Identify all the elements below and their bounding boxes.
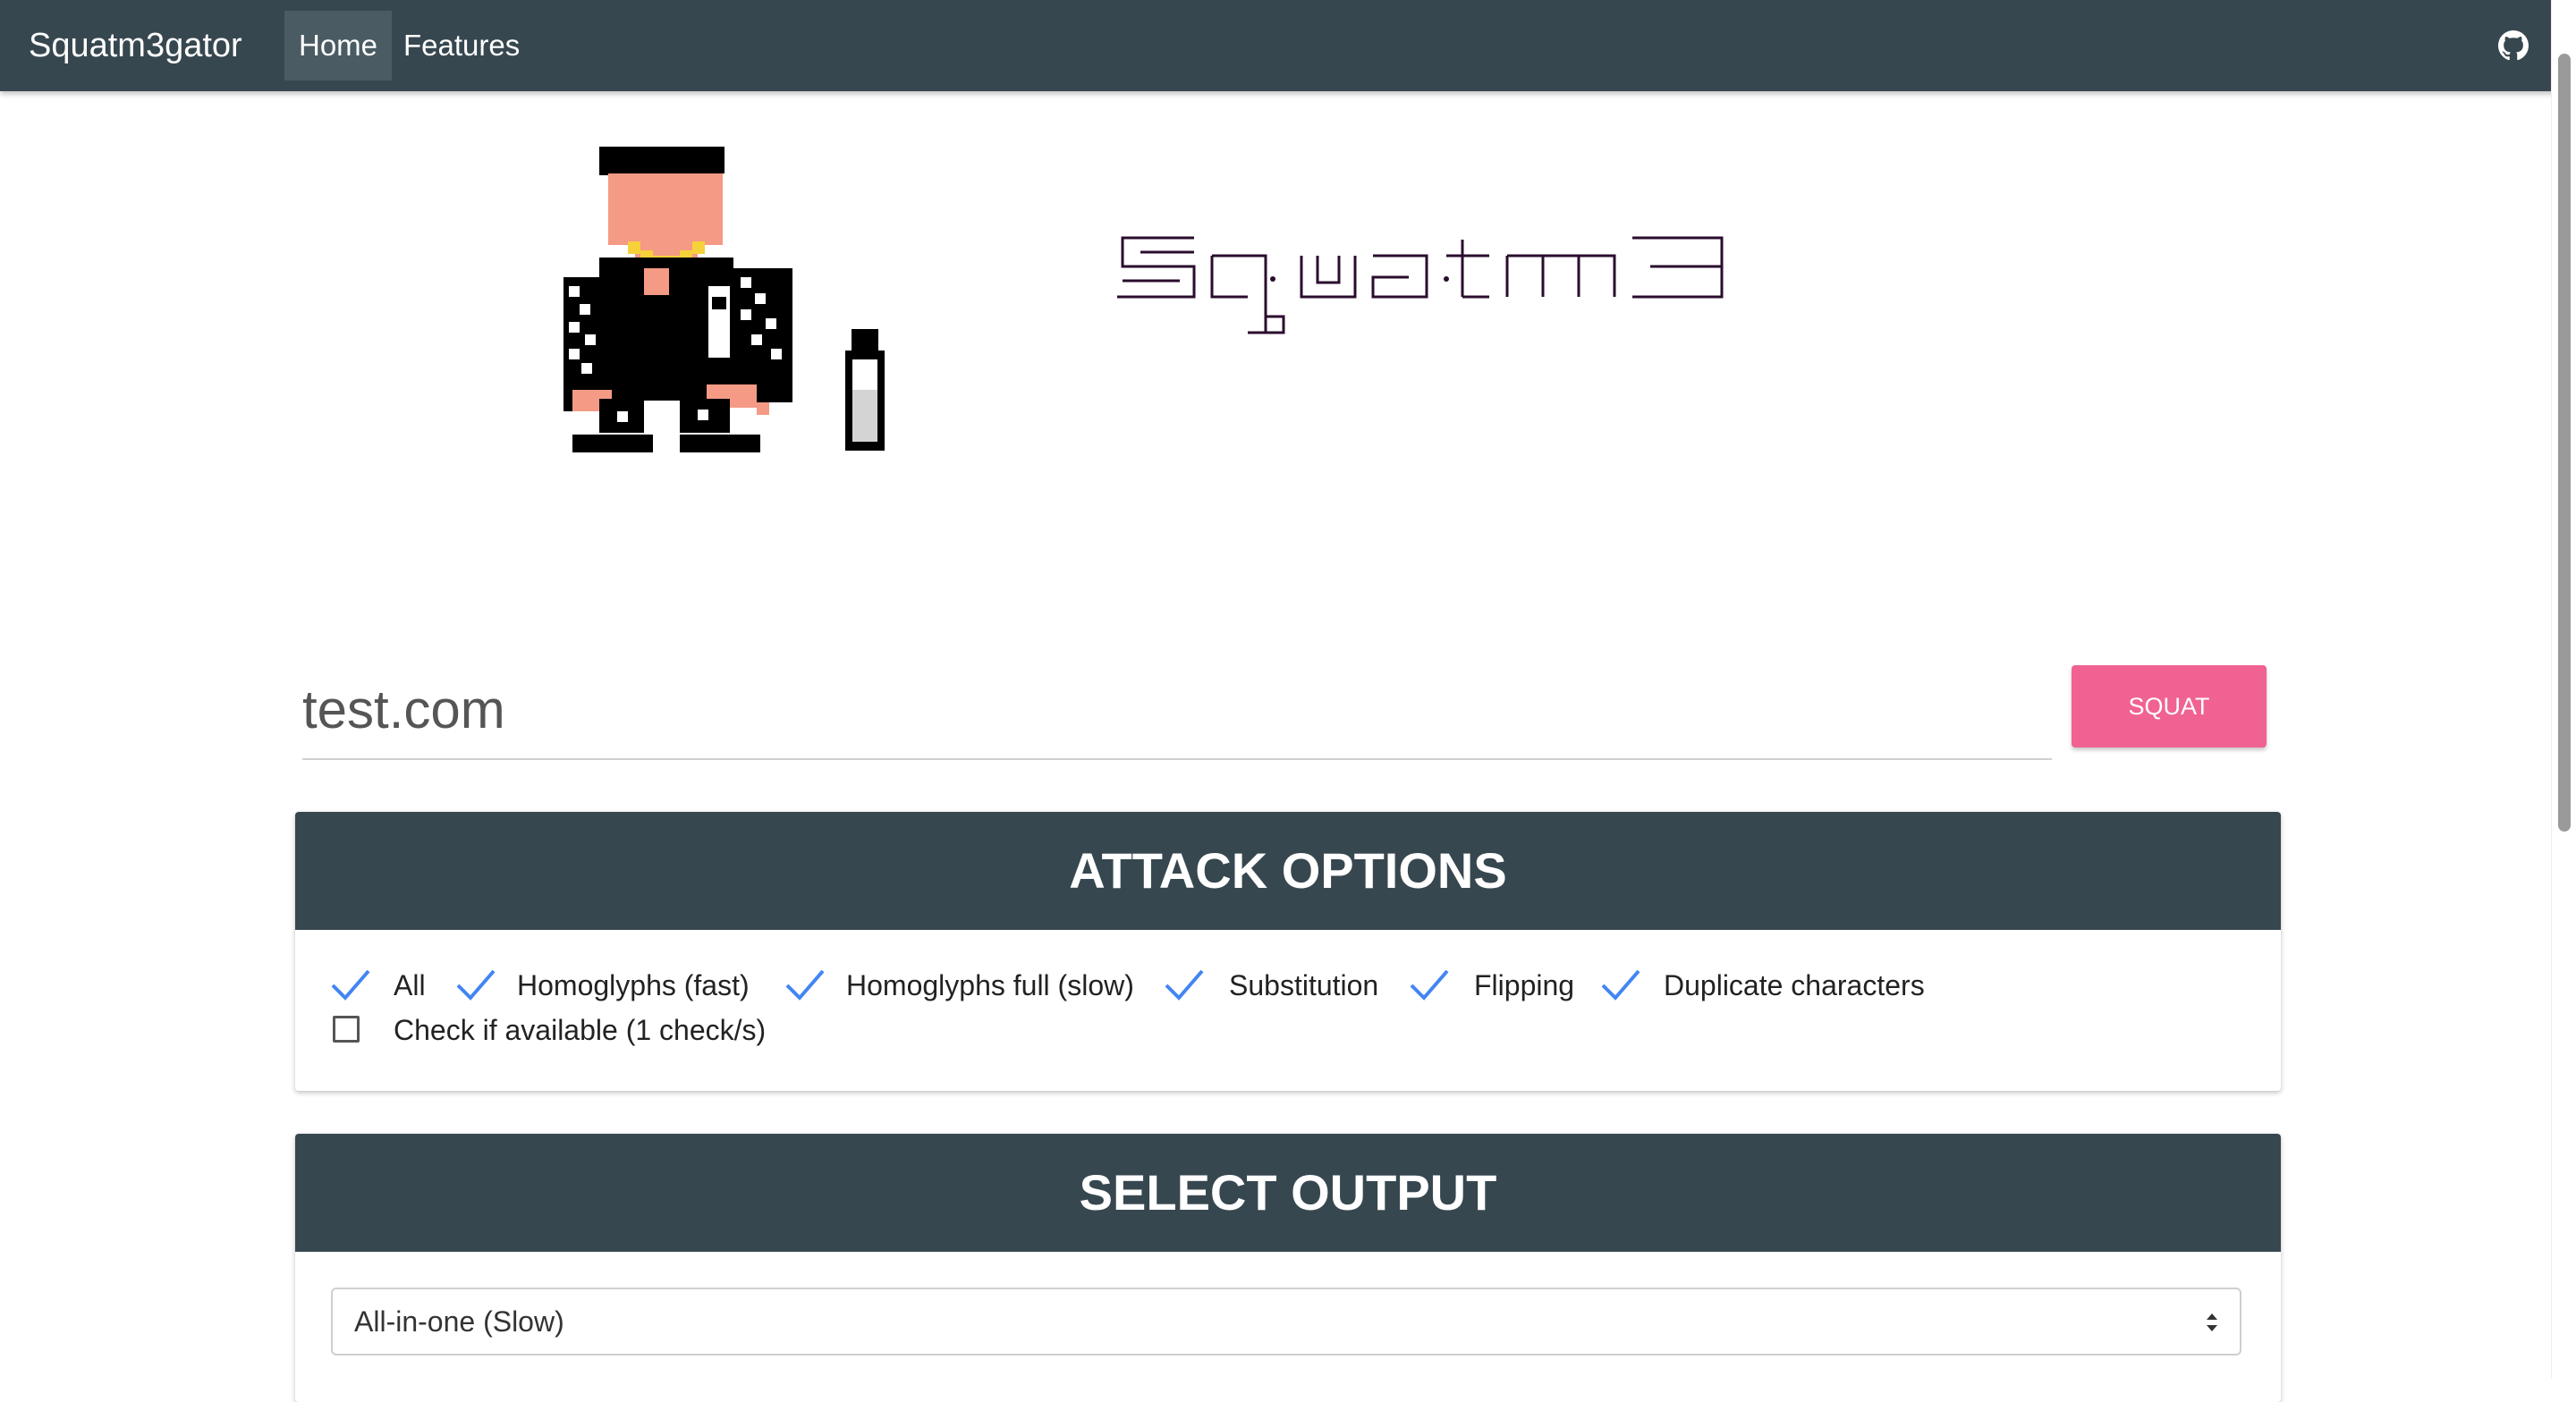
attack-options-title: ATTACK OPTIONS <box>295 812 2281 930</box>
option-label: All <box>394 969 426 1001</box>
domain-input[interactable] <box>302 660 2052 760</box>
nav-home[interactable]: Home <box>284 11 393 80</box>
select-output-card: SELECT OUTPUT All-in-one (Slow) <box>295 1134 2281 1402</box>
scrollbar-thumb[interactable] <box>2558 54 2571 832</box>
select-arrows-icon <box>2207 1313 2217 1331</box>
pixel-mascot-image <box>564 147 885 452</box>
squat-button[interactable]: SQUAT <box>2072 665 2267 747</box>
brand-title[interactable]: Squatm3gator <box>29 0 242 91</box>
option-label: Flipping <box>1474 969 1575 1001</box>
output-select[interactable]: All-in-one (Slow) <box>331 1288 2241 1356</box>
checkmark-icon[interactable] <box>1163 966 1206 1005</box>
option-label: Duplicate characters <box>1664 969 1925 1001</box>
unchecked-checkbox[interactable] <box>333 1016 360 1043</box>
option-label: Check if available (1 check/s) <box>394 1014 767 1046</box>
nav-features[interactable]: Features <box>389 11 534 80</box>
select-output-title: SELECT OUTPUT <box>295 1134 2281 1252</box>
checkmark-icon[interactable] <box>329 966 372 1005</box>
checkmark-icon[interactable] <box>1408 966 1451 1005</box>
checkmark-icon[interactable] <box>1599 966 1642 1005</box>
output-select-value: All-in-one (Slow) <box>354 1305 564 1338</box>
attack-options-card: ATTACK OPTIONS All Homoglyphs (fast) Hom… <box>295 812 2281 1091</box>
checkmark-icon[interactable] <box>784 966 826 1005</box>
github-icon[interactable] <box>2498 30 2529 61</box>
option-label: Substitution <box>1229 969 1379 1001</box>
top-navbar: Squatm3gator Home Features <box>0 0 2576 91</box>
checkmark-icon[interactable] <box>454 966 497 1005</box>
option-label: Homoglyphs full (slow) <box>846 969 1134 1001</box>
option-label: Homoglyphs (fast) <box>517 969 750 1001</box>
ascii-logo <box>1117 236 1724 334</box>
